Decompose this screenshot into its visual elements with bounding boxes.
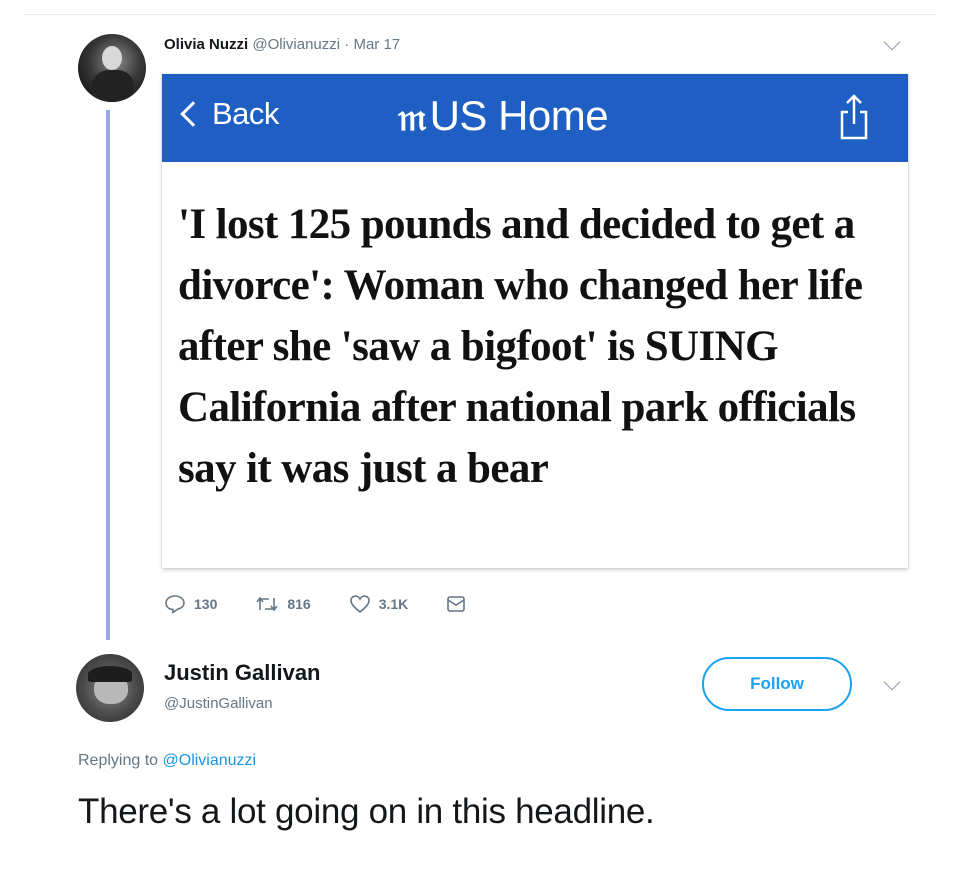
like-count: 3.1K (378, 596, 409, 612)
back-label: Back (212, 96, 279, 131)
replying-to: Replying to @Olivianuzzi (78, 752, 256, 770)
article-navbar: Back 𝔪 US Home (162, 74, 908, 162)
reply-author-handle[interactable]: @JustinGallivan (164, 695, 273, 712)
author-avatar[interactable] (78, 34, 146, 102)
avatar-face (102, 46, 122, 70)
brand-logo: 𝔪 (398, 97, 427, 139)
nav-title: 𝔪 US Home (398, 92, 609, 140)
replying-handle-link[interactable]: @Olivianuzzi (163, 752, 257, 769)
avatar-figure (92, 70, 134, 102)
section-title: US Home (429, 92, 609, 139)
chevron-down-icon[interactable] (883, 33, 901, 51)
article-headline: 'I lost 125 pounds and decided to get a … (178, 201, 863, 492)
reply-text: There's a lot going on in this headline. (78, 792, 655, 831)
reply-author-name[interactable]: Justin Gallivan (164, 660, 321, 686)
author-name[interactable]: Olivia Nuzzi (164, 36, 248, 53)
retweet-icon (256, 596, 278, 612)
reply-button[interactable]: 130 (164, 594, 217, 614)
tweet-header: Olivia Nuzzi @Olivianuzzi · Mar 17 (164, 36, 400, 53)
like-button[interactable]: 3.1K (349, 594, 409, 614)
replying-prefix: Replying to (78, 752, 159, 769)
chevron-down-icon[interactable] (883, 673, 901, 691)
avatar-cap (88, 666, 132, 682)
back-button[interactable]: Back (178, 96, 279, 132)
message-button[interactable] (446, 595, 474, 613)
reply-icon (165, 595, 185, 614)
tweet-date[interactable]: Mar 17 (353, 36, 400, 53)
follow-button[interactable]: Follow (702, 657, 852, 711)
thread-line (106, 110, 110, 640)
separator-dot: · (344, 36, 350, 53)
chevron-left-icon (180, 101, 206, 127)
share-icon[interactable] (838, 92, 870, 142)
tweet-actions: 130 816 3.1K (164, 594, 512, 614)
article-image[interactable]: Back 𝔪 US Home 'I lost 125 pounds and de… (162, 74, 908, 568)
author-handle[interactable]: @Olivianuzzi (252, 36, 340, 53)
top-divider (24, 14, 936, 15)
reply-count: 130 (194, 596, 218, 612)
retweet-button[interactable]: 816 (255, 594, 311, 614)
message-icon (447, 596, 466, 612)
reply-author-avatar[interactable] (76, 654, 144, 722)
like-icon (349, 595, 370, 614)
retweet-count: 816 (287, 596, 311, 612)
